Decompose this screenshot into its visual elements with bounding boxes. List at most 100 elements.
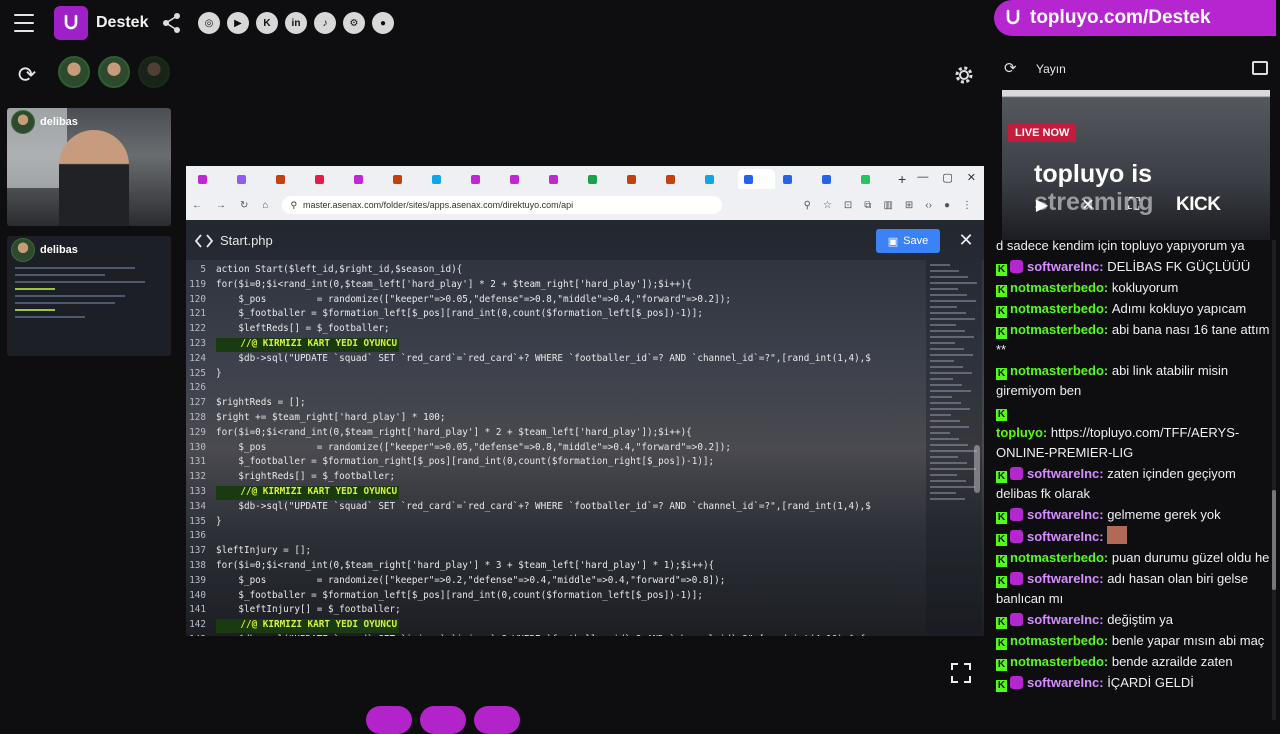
code-editor: Start.php ▣ Save ✕ 5 action Start($left_i… [186,220,984,636]
editor-scrollbar[interactable] [974,445,980,493]
youtube-icon[interactable]: ▶ [227,12,249,34]
site-info-icon[interactable]: ⚲ [290,200,297,211]
avatar[interactable] [58,56,90,88]
browser-tab[interactable] [231,169,268,189]
chat-message: K [996,402,1272,423]
chat-username[interactable]: softwareInc: [1027,675,1107,690]
browser-tab[interactable] [309,169,346,189]
avatar[interactable] [98,56,130,88]
back-icon[interactable]: ← [192,200,202,211]
kick-icon[interactable]: K [256,12,278,34]
instagram-icon[interactable]: ◎ [198,12,220,34]
bookmark-icon[interactable]: ☆ [823,200,832,211]
browser-tab[interactable] [777,169,814,189]
chat-scrollbar[interactable] [1272,240,1276,720]
play-icon[interactable]: ▶ [1032,195,1052,215]
share-icon[interactable] [162,12,182,34]
fullscreen-icon[interactable] [950,662,972,684]
cast-icon[interactable]: ⊞ [905,200,913,211]
browser-tab[interactable] [699,169,736,189]
extensions-icon[interactable]: ⧉ [864,200,871,211]
chat-username[interactable]: notmasterbedo: [1010,363,1112,378]
linkedin-icon[interactable]: in [285,12,307,34]
chat-username[interactable]: notmasterbedo: [1010,301,1112,316]
browser-tab[interactable] [543,169,580,189]
chat-username[interactable]: softwareInc: [1027,529,1107,544]
chat-message: Knotmasterbedo: abi bana nası 16 tane at… [996,320,1272,361]
refresh-icon[interactable]: ⟳ [1004,60,1022,78]
browser-tab[interactable] [348,169,385,189]
chat-message: Knotmasterbedo: puan durumu güzel oldu h… [996,548,1272,569]
browser-tab[interactable] [816,169,853,189]
more-icon[interactable]: ⋮ [962,200,972,211]
chat-username[interactable]: topluyo: [996,425,1051,440]
menu-icon[interactable] [14,14,34,32]
browser-tab[interactable] [387,169,424,189]
camera-button[interactable] [474,706,520,734]
minimap-line [930,360,954,362]
home-icon[interactable]: ⌂ [262,200,268,211]
profile-icon[interactable]: ● [944,200,950,211]
github-icon[interactable]: ● [372,12,394,34]
code-area[interactable]: 5 action Start($left_id,$right_id,$season… [186,260,924,636]
fullscreen-icon[interactable]: ⛶ [1124,195,1144,215]
steam-icon[interactable]: ⚙ [343,12,365,34]
forward-icon[interactable]: → [216,200,226,211]
tiktok-icon[interactable]: ♪ [314,12,336,34]
sidebar-icon[interactable]: ▥ [883,200,892,211]
devtools-icon[interactable]: ‹› [925,200,932,211]
switch-icon[interactable]: ⟳ [14,62,40,88]
chat-username[interactable]: softwareInc: [1027,612,1107,627]
browser-tab[interactable] [621,169,658,189]
minimize-icon[interactable]: — [917,171,928,184]
chat-username[interactable]: softwareInc: [1027,466,1107,481]
chat-username[interactable]: notmasterbedo: [1010,280,1112,295]
line-number: 122 [189,323,206,335]
chat-username[interactable]: notmasterbedo: [1010,633,1112,648]
mic-button[interactable] [420,706,466,734]
chat-text: kokluyorum [1111,280,1179,295]
browser-tab[interactable] [738,169,775,189]
chat-username[interactable]: softwareInc: [1027,507,1107,522]
browser-tab[interactable] [465,169,502,189]
popout-icon[interactable] [1252,61,1268,75]
line-number: 141 [189,604,206,616]
kick-logo[interactable]: KICK [1176,194,1221,216]
url-field[interactable]: ⚲ master.asenax.com/folder/sites/apps.as… [282,196,723,214]
browser-tab[interactable] [660,169,697,189]
mute-icon[interactable]: ✕ [1078,195,1098,215]
save-button[interactable]: ▣ Save [876,229,940,253]
topluyo-banner[interactable]: topluyo.com/Destek [994,0,1276,36]
file-code-icon [195,234,213,248]
gear-icon[interactable] [952,63,976,87]
maximize-icon[interactable]: ▢ [942,171,952,184]
browser-tab[interactable] [504,169,541,189]
minimap-line [930,480,966,482]
zoom-icon[interactable]: ⚲ [804,200,811,211]
chat-username[interactable]: notmasterbedo: [1010,322,1112,337]
scroll-thumb[interactable] [1272,490,1276,590]
stream-player[interactable]: LIVE NOW topluyo is streaming ▶ ✕ ⛶ KICK [1002,90,1270,240]
browser-tab[interactable] [426,169,463,189]
browser-tab[interactable] [855,169,892,189]
screenshot-icon[interactable]: ⊡ [844,200,852,211]
window-controls: — ▢ ✕ [917,171,976,184]
browser-tab[interactable] [192,169,229,189]
thumb-line [15,309,55,311]
chat-username[interactable]: softwareInc: [1027,259,1107,274]
close-icon[interactable]: ✕ [967,171,976,184]
reload-icon[interactable]: ↻ [240,200,248,211]
chat-username[interactable]: softwareInc: [1027,571,1107,586]
app-logo[interactable] [54,6,88,40]
new-tab-icon[interactable]: + [898,171,906,187]
screen-share-button[interactable] [366,706,412,734]
chat-username[interactable]: notmasterbedo: [1010,550,1112,565]
code-comment: //@ KIRMIZI KART YEDI OYUNCU [216,486,400,500]
emote-image [1107,526,1128,544]
chat-username[interactable]: notmasterbedo: [1010,654,1112,669]
chat-text: gelmeme gerek yok [1107,507,1221,522]
browser-tab[interactable] [270,169,307,189]
avatar[interactable] [138,56,170,88]
browser-tab[interactable] [582,169,619,189]
close-editor-icon[interactable]: ✕ [954,228,978,252]
